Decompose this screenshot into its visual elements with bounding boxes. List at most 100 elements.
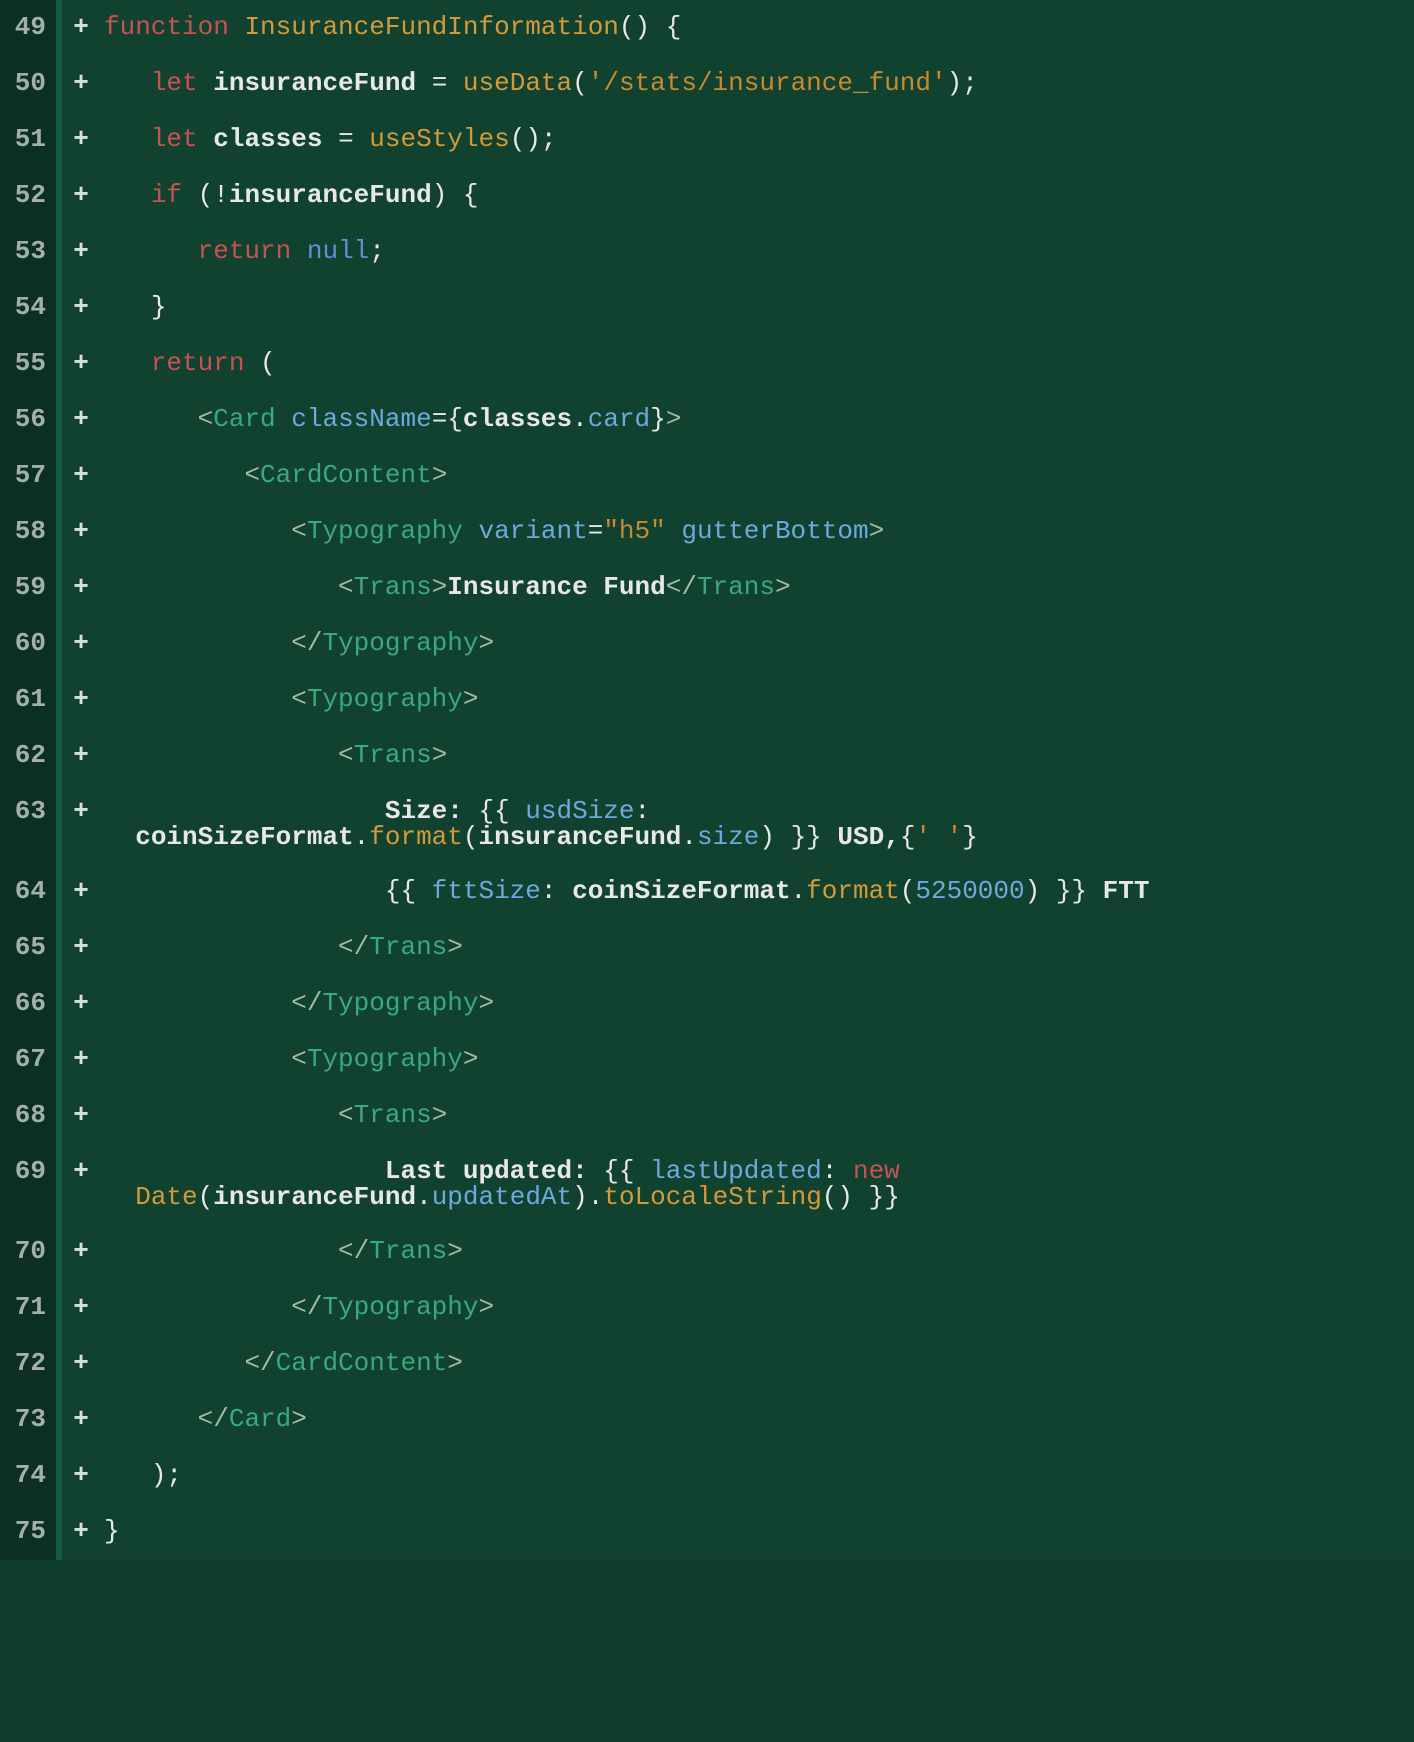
diff-line[interactable]: 56+ <Card className={classes.card}> (0, 392, 1414, 448)
code-token: ); (947, 68, 978, 98)
code-content[interactable]: </Card> (100, 1392, 1414, 1448)
code-content[interactable]: ); (100, 1448, 1414, 1504)
code-token: function (104, 12, 229, 42)
diff-sign: + (62, 336, 100, 392)
code-token: > (478, 1292, 494, 1322)
code-token: ( (900, 876, 916, 906)
code-content[interactable]: <CardContent> (100, 448, 1414, 504)
diff-line[interactable]: 72+ </CardContent> (0, 1336, 1414, 1392)
code-token: if (151, 180, 182, 210)
line-number: 52 (0, 168, 56, 224)
diff-line[interactable]: 62+ <Trans> (0, 728, 1414, 784)
diff-line[interactable]: 49+function InsuranceFundInformation() { (0, 0, 1414, 56)
code-content[interactable]: if (!insuranceFund) { (100, 168, 1414, 224)
code-token: Trans (354, 740, 432, 770)
code-token: < (338, 1100, 354, 1130)
code-token: > (478, 628, 494, 658)
line-number: 51 (0, 112, 56, 168)
code-token: return (151, 348, 245, 378)
diff-line[interactable]: 57+ <CardContent> (0, 448, 1414, 504)
code-content[interactable]: return null; (100, 224, 1414, 280)
code-content[interactable]: } (100, 280, 1414, 336)
code-token: < (198, 404, 214, 434)
code-token: > (447, 1236, 463, 1266)
diff-line[interactable]: 64+ {{ fttSize: coinSizeFormat.format(52… (0, 864, 1414, 920)
code-token: ( (260, 348, 276, 378)
code-token: ' ' (915, 822, 962, 852)
diff-line[interactable]: 53+ return null; (0, 224, 1414, 280)
code-token: } (151, 292, 167, 322)
diff-line[interactable]: 50+ let insuranceFund = useData('/stats/… (0, 56, 1414, 112)
code-content[interactable]: } (100, 1504, 1414, 1560)
diff-sign: + (62, 56, 100, 112)
code-token: classes (463, 404, 572, 434)
code-content[interactable]: Last updated: {{ lastUpdated: new Date(i… (100, 1144, 1414, 1224)
code-content[interactable]: </Typography> (100, 1280, 1414, 1336)
diff-line[interactable]: 60+ </Typography> (0, 616, 1414, 672)
code-content[interactable]: <Card className={classes.card}> (100, 392, 1414, 448)
diff-line[interactable]: 58+ <Typography variant="h5" gutterBotto… (0, 504, 1414, 560)
code-content[interactable]: </CardContent> (100, 1336, 1414, 1392)
code-content[interactable]: let classes = useStyles(); (100, 112, 1414, 168)
line-number: 66 (0, 976, 56, 1032)
code-token: Typography (322, 628, 478, 658)
diff-line[interactable]: 51+ let classes = useStyles(); (0, 112, 1414, 168)
code-token: insuranceFund (479, 822, 682, 852)
code-token: > (869, 516, 885, 546)
diff-line[interactable]: 59+ <Trans>Insurance Fund</Trans> (0, 560, 1414, 616)
line-number: 75 (0, 1504, 56, 1560)
diff-line[interactable]: 70+ </Trans> (0, 1224, 1414, 1280)
code-token: toLocaleString (603, 1182, 821, 1212)
diff-line[interactable]: 74+ ); (0, 1448, 1414, 1504)
diff-line[interactable]: 52+ if (!insuranceFund) { (0, 168, 1414, 224)
diff-sign: + (62, 728, 100, 784)
diff-line[interactable]: 68+ <Trans> (0, 1088, 1414, 1144)
code-content[interactable]: function InsuranceFundInformation() { (100, 0, 1414, 56)
diff-line[interactable]: 71+ </Typography> (0, 1280, 1414, 1336)
code-token: coinSizeFormat (572, 876, 790, 906)
diff-line[interactable]: 63+ Size: {{ usdSize: coinSizeFormat.for… (0, 784, 1414, 864)
diff-line[interactable]: 55+ return ( (0, 336, 1414, 392)
code-token: useStyles (369, 124, 509, 154)
code-token: = (432, 68, 448, 98)
line-number: 67 (0, 1032, 56, 1088)
code-content[interactable]: <Typography variant="h5" gutterBottom> (100, 504, 1414, 560)
code-content[interactable]: </Trans> (100, 920, 1414, 976)
code-content[interactable]: <Trans> (100, 728, 1414, 784)
code-token: variant (478, 516, 587, 546)
diff-line[interactable]: 67+ <Typography> (0, 1032, 1414, 1088)
code-token: Trans (369, 1236, 447, 1266)
code-content[interactable]: <Typography> (100, 672, 1414, 728)
line-number: 71 (0, 1280, 56, 1336)
diff-line[interactable]: 75+} (0, 1504, 1414, 1560)
code-token: InsuranceFundInformation (244, 12, 618, 42)
code-token: let (151, 68, 198, 98)
diff-line[interactable]: 54+ } (0, 280, 1414, 336)
diff-line[interactable]: 65+ </Trans> (0, 920, 1414, 976)
code-content[interactable]: <Trans> (100, 1088, 1414, 1144)
diff-viewer[interactable]: 49+function InsuranceFundInformation() {… (0, 0, 1414, 1560)
diff-line[interactable]: 69+ Last updated: {{ lastUpdated: new Da… (0, 1144, 1414, 1224)
diff-line[interactable]: 73+ </Card> (0, 1392, 1414, 1448)
code-content[interactable]: <Typography> (100, 1032, 1414, 1088)
code-content[interactable]: let insuranceFund = useData('/stats/insu… (100, 56, 1414, 112)
code-token: (); (510, 124, 557, 154)
code-content[interactable]: return ( (100, 336, 1414, 392)
diff-line[interactable]: 66+ </Typography> (0, 976, 1414, 1032)
code-token: = (588, 516, 604, 546)
code-content[interactable]: <Trans>Insurance Fund</Trans> (100, 560, 1414, 616)
diff-sign: + (62, 1336, 100, 1392)
diff-sign: + (62, 112, 100, 168)
code-content[interactable]: </Trans> (100, 1224, 1414, 1280)
code-token: 5250000 (915, 876, 1024, 906)
code-content[interactable]: Size: {{ usdSize: coinSizeFormat.format(… (100, 784, 1414, 864)
code-content[interactable]: {{ fttSize: coinSizeFormat.format(525000… (100, 864, 1414, 920)
diff-line[interactable]: 61+ <Typography> (0, 672, 1414, 728)
code-token: Typography (322, 1292, 478, 1322)
code-token: Typography (307, 1044, 463, 1074)
code-content[interactable]: </Typography> (100, 976, 1414, 1032)
diff-sign: + (62, 560, 100, 616)
diff-sign: + (62, 504, 100, 560)
code-token: ). (572, 1182, 603, 1212)
code-content[interactable]: </Typography> (100, 616, 1414, 672)
